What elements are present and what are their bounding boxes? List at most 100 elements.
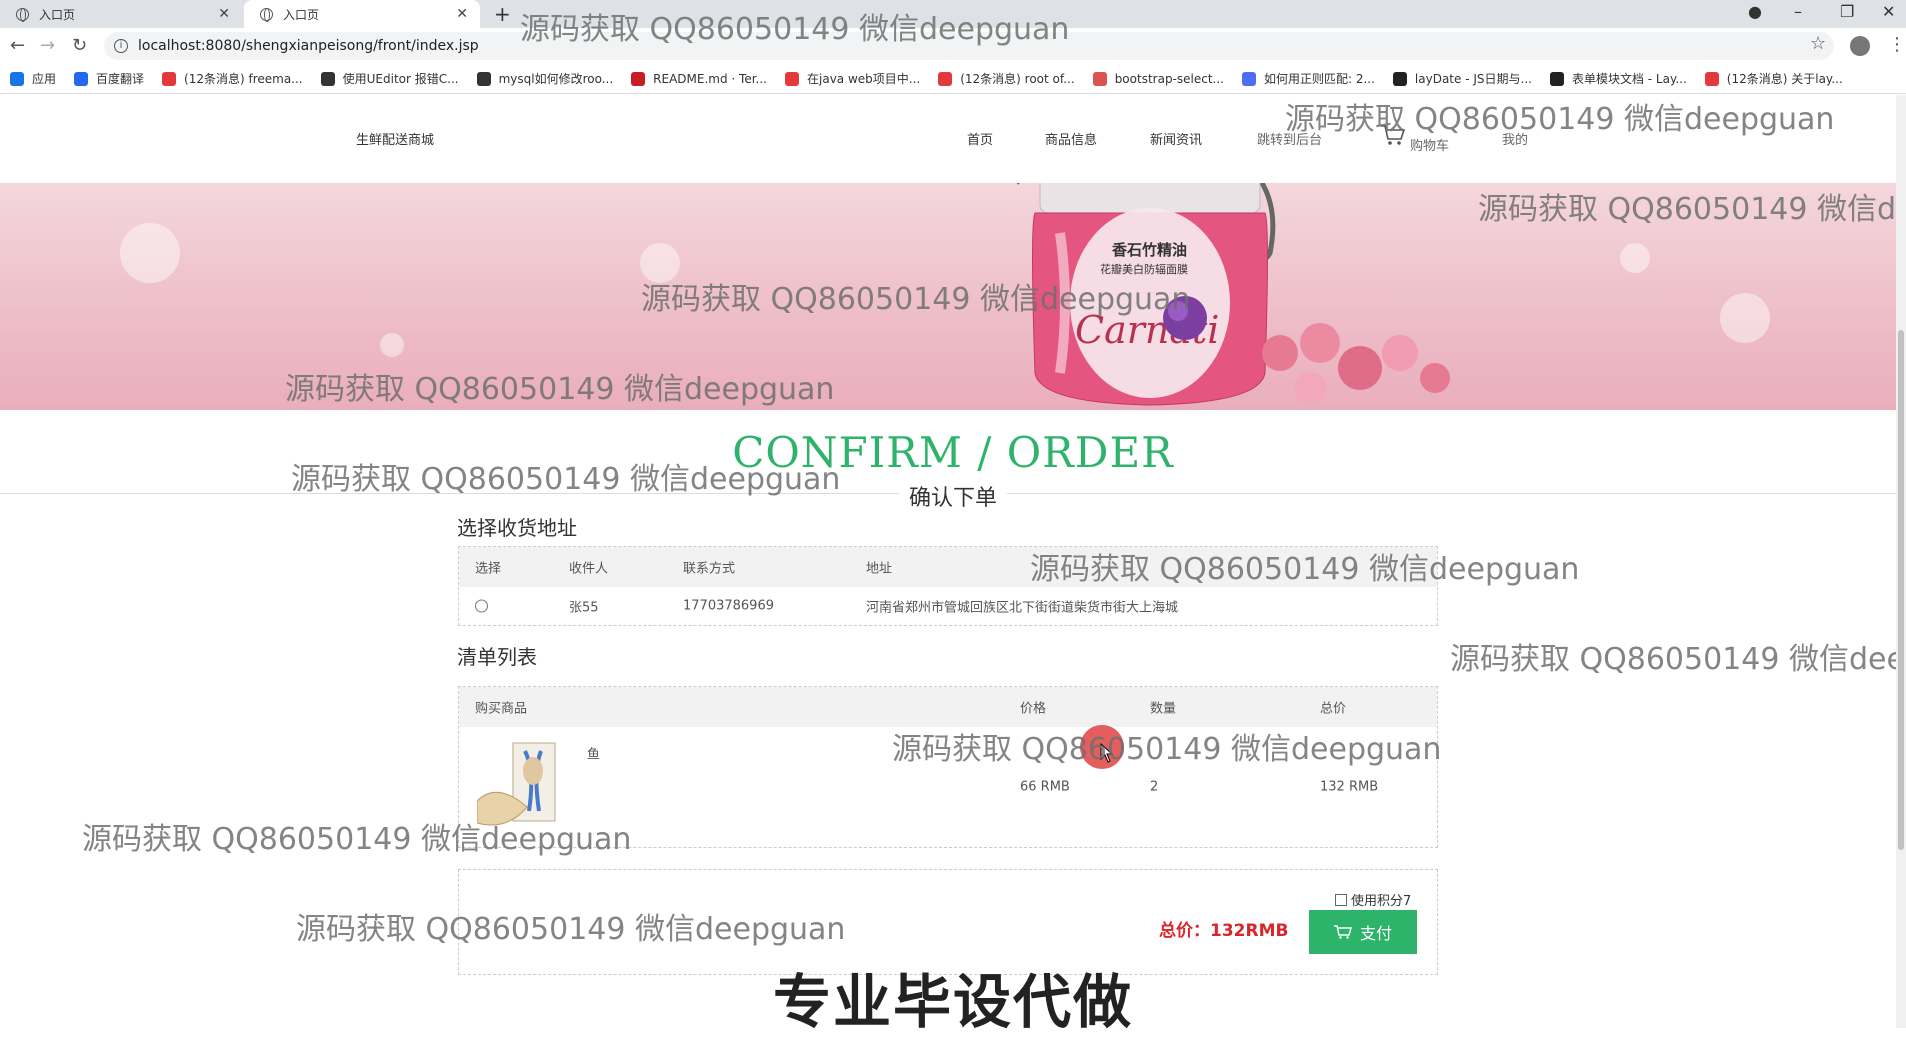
browser-toolbar: ← → ↻ i localhost:8080/shengxianpeisong/… xyxy=(0,28,1906,64)
nav-admin[interactable]: 跳转到后台 xyxy=(1257,129,1322,148)
bookmark-favicon xyxy=(938,71,953,86)
tab-title: 入口页 xyxy=(39,7,76,22)
nav-news[interactable]: 新闻资讯 xyxy=(1150,129,1202,148)
bookmark-star-icon[interactable]: ☆ xyxy=(1810,33,1826,54)
address-bar[interactable]: i localhost:8080/shengxianpeisong/front/… xyxy=(104,32,1834,60)
bookmark-favicon xyxy=(631,71,646,86)
globe-icon xyxy=(260,7,273,22)
bokeh-light xyxy=(380,333,404,357)
restore-icon[interactable]: ❐ xyxy=(1840,2,1854,21)
product-total: 132 RMB xyxy=(1320,779,1379,795)
bokeh-light xyxy=(120,223,180,283)
pay-button-label: 支付 xyxy=(1359,926,1392,943)
col-product: 购买商品 xyxy=(475,701,528,717)
page-title-en: CONFIRM / ORDER xyxy=(732,428,1174,477)
col-recipient: 收件人 xyxy=(569,561,609,577)
bookmark-favicon xyxy=(1092,71,1107,86)
bookmark-item[interactable]: 百度翻译 xyxy=(74,70,144,87)
recipient-name: 张55 xyxy=(569,600,599,616)
jar-label-text: 香石竹精油 xyxy=(1112,241,1187,259)
bookmark-item[interactable]: (12条消息) root of... xyxy=(938,70,1075,87)
bokeh-light xyxy=(1620,243,1650,273)
site-header: 生鲜配送商城 首页 商品信息 新闻资讯 跳转到后台 购物车 我的 xyxy=(0,95,1906,183)
bookmark-item[interactable]: (12条消息) freema... xyxy=(162,70,303,87)
col-price: 价格 xyxy=(1020,701,1047,717)
watermark-text: 源码获取 QQ86050149 微信deepguan xyxy=(1450,642,1906,677)
pay-button[interactable]: 支付 xyxy=(1309,910,1417,954)
scrollbar-thumb[interactable] xyxy=(1898,330,1904,850)
bookmark-item[interactable]: layDate - JS日期与... xyxy=(1392,70,1532,87)
bookmark-item[interactable]: bootstrap-select... xyxy=(1092,71,1224,86)
close-tab-icon[interactable]: ✕ xyxy=(218,6,230,22)
address-table: 选择 收件人 联系方式 地址 张55 17703786969 河南省郑州市管城回… xyxy=(458,546,1438,626)
cart-heading: 清单列表 xyxy=(457,645,537,669)
bookmark-item[interactable]: 在java web项目中... xyxy=(785,70,920,87)
site-brand[interactable]: 生鲜配送商城 xyxy=(356,129,434,148)
bookmarks-bar: 应用 百度翻译 (12条消息) freema... 使用UEditor 报错C.… xyxy=(0,64,1906,94)
mouse-pointer-icon xyxy=(1100,743,1114,763)
product-name[interactable]: 鱼 xyxy=(587,744,600,763)
bookmark-item[interactable]: 表单模块文档 - Lay... xyxy=(1549,70,1687,87)
address-radio[interactable] xyxy=(475,599,488,613)
col-total: 总价 xyxy=(1320,701,1347,717)
browser-tab[interactable]: 入口页 ✕ xyxy=(0,0,242,28)
hero-banner: 香石竹精油 花瓣美白防辐面膜 Carnati xyxy=(0,183,1906,410)
promo-overlay-text: 专业毕设代做 xyxy=(772,968,1133,1036)
apps-grid-icon xyxy=(10,71,24,86)
bookmark-favicon xyxy=(1704,71,1719,86)
globe-icon xyxy=(16,7,29,22)
shopping-cart-icon[interactable] xyxy=(1380,123,1406,147)
close-window-icon[interactable]: ✕ xyxy=(1882,2,1895,21)
reload-icon[interactable]: ↻ xyxy=(72,35,87,56)
col-contact: 联系方式 xyxy=(683,561,736,577)
recipient-phone: 17703786969 xyxy=(683,598,774,614)
table-row[interactable]: 张55 17703786969 河南省郑州市管城回族区北下街街道柴货市街大上海城 xyxy=(459,587,1437,625)
cart-table: 购买商品 价格 数量 总价 鱼 66 RMB 2 132 RMB xyxy=(458,686,1438,848)
bookmark-item[interactable]: (12条消息) 关于lay... xyxy=(1704,70,1843,87)
menu-icon[interactable]: ⋮ xyxy=(1888,34,1906,55)
jar-label-subtext: 花瓣美白防辐面膜 xyxy=(1100,262,1188,276)
bookmark-item[interactable]: README.md · Ter... xyxy=(631,71,767,86)
account-avatar[interactable] xyxy=(1850,36,1870,56)
product-qty: 2 xyxy=(1150,779,1159,795)
use-points-option[interactable]: 使用积分7 xyxy=(1335,890,1411,909)
bookmark-favicon xyxy=(785,71,799,86)
close-tab-icon[interactable]: ✕ xyxy=(456,6,468,22)
url-text: localhost:8080/shengxianpeisong/front/in… xyxy=(138,38,479,54)
tab-title: 入口页 xyxy=(283,7,320,22)
bookmark-item[interactable]: mysql如何修改roo... xyxy=(476,70,613,87)
cart-icon xyxy=(1333,925,1352,939)
nav-products[interactable]: 商品信息 xyxy=(1045,129,1097,148)
col-select: 选择 xyxy=(475,561,502,577)
bookmark-item[interactable]: 如何用正则匹配: 2... xyxy=(1241,70,1375,87)
cart-table-header: 购买商品 价格 数量 总价 xyxy=(459,687,1437,727)
recipient-address: 河南省郑州市管城回族区北下街街道柴货市街大上海城 xyxy=(866,600,1179,616)
back-icon[interactable]: ← xyxy=(10,35,25,56)
product-thumbnail[interactable] xyxy=(477,741,557,831)
browser-tab-active[interactable]: 入口页 ✕ xyxy=(244,0,480,28)
bookmark-favicon xyxy=(1392,71,1407,86)
address-heading: 选择收货地址 xyxy=(457,516,577,540)
bookmark-item[interactable]: 使用UEditor 报错C... xyxy=(320,70,459,87)
page-title-cn: 确认下单 xyxy=(0,480,1906,512)
browser-tab-strip: 入口页 ✕ 入口页 ✕ + ● – ❐ ✕ xyxy=(0,0,1906,28)
bookmark-favicon xyxy=(162,71,177,86)
profile-dropdown-icon[interactable]: ● xyxy=(1748,2,1762,21)
product-price: 66 RMB xyxy=(1020,779,1070,795)
info-icon[interactable]: i xyxy=(114,39,128,53)
forward-icon[interactable]: → xyxy=(40,35,55,56)
use-points-checkbox[interactable] xyxy=(1335,893,1347,906)
minimize-icon[interactable]: – xyxy=(1794,2,1802,21)
col-address: 地址 xyxy=(866,561,893,577)
address-table-header: 选择 收件人 联系方式 地址 xyxy=(459,547,1437,587)
nav-cart[interactable]: 购物车 xyxy=(1410,135,1449,154)
page-title-cn-text: 确认下单 xyxy=(898,486,1007,511)
bookmark-favicon xyxy=(1241,71,1256,86)
order-total: 总价：132RMB xyxy=(1159,921,1289,941)
bookmark-apps[interactable]: 应用 xyxy=(10,70,56,87)
bookmark-favicon xyxy=(1549,71,1564,86)
page-scrollbar[interactable] xyxy=(1896,95,1906,1028)
nav-mine[interactable]: 我的 xyxy=(1502,129,1528,148)
new-tab-icon[interactable]: + xyxy=(494,2,511,26)
nav-home[interactable]: 首页 xyxy=(967,129,993,148)
